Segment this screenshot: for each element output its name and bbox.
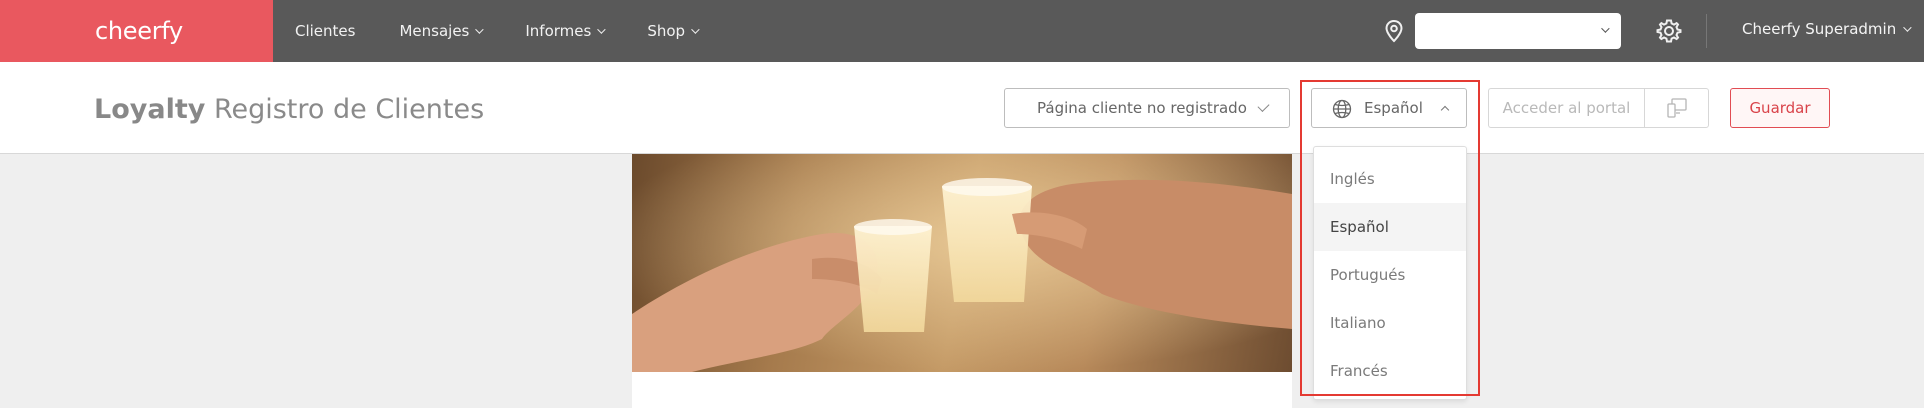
page-type-select-value: Página cliente no registrado: [1037, 99, 1247, 117]
language-option-ingles[interactable]: Inglés: [1314, 155, 1466, 203]
check-icon: [1257, 99, 1270, 113]
page-type-select[interactable]: Página cliente no registrado: [1004, 88, 1290, 128]
language-select[interactable]: Español: [1311, 88, 1467, 128]
language-option-espanol[interactable]: Español: [1314, 203, 1466, 251]
chevron-up-icon: [1440, 105, 1450, 115]
option-label: Portugués: [1330, 266, 1406, 284]
gear-icon[interactable]: [1656, 18, 1682, 44]
nav-item-mensajes[interactable]: Mensajes: [399, 22, 485, 40]
chevron-down-icon: [1601, 24, 1610, 33]
nav-item-label: Mensajes: [399, 22, 470, 40]
logo-text: cheerfy: [95, 17, 183, 45]
top-navbar: cheerfy Clientes Mensajes Informes Shop: [0, 0, 1924, 62]
devices-icon: [1666, 98, 1687, 118]
page-title-rest: Registro de Clientes: [213, 94, 485, 125]
user-menu[interactable]: Cheerfy Superadmin: [1742, 20, 1912, 38]
hero-image: [632, 154, 1292, 372]
nav-item-shop[interactable]: Shop: [647, 22, 700, 40]
main-nav: Clientes Mensajes Informes Shop: [273, 0, 719, 62]
option-label: Inglés: [1330, 170, 1375, 188]
option-label: Español: [1330, 218, 1389, 236]
access-portal-button[interactable]: Acceder al portal: [1488, 88, 1644, 128]
nav-item-label: Shop: [647, 22, 686, 40]
logo[interactable]: cheerfy: [0, 0, 273, 62]
option-label: Italiano: [1330, 314, 1386, 332]
language-select-value: Español: [1364, 99, 1423, 117]
nav-item-informes[interactable]: Informes: [525, 22, 606, 40]
language-option-frances[interactable]: Francés: [1314, 347, 1466, 395]
page-title: Loyalty Registro de Clientes: [94, 94, 484, 125]
chevron-down-icon: [597, 25, 606, 34]
chevron-down-icon: [1903, 23, 1912, 32]
user-menu-label: Cheerfy Superadmin: [1742, 20, 1897, 38]
toast-photo: [632, 154, 1292, 372]
access-portal-label: Acceder al portal: [1502, 99, 1631, 117]
device-preview-button[interactable]: [1644, 88, 1709, 128]
chevron-down-icon: [475, 25, 485, 34]
page-title-bold: Loyalty: [94, 94, 206, 125]
language-dropdown: Inglés Español Portugués Italiano Francé…: [1313, 146, 1467, 400]
content-card: [632, 372, 1292, 408]
divider: [1706, 14, 1707, 48]
page-header: Loyalty Registro de Clientes Página clie…: [0, 62, 1924, 154]
globe-icon: [1332, 99, 1352, 119]
chevron-down-icon: [691, 25, 700, 34]
nav-item-label: Clientes: [295, 22, 356, 40]
language-option-italiano[interactable]: Italiano: [1314, 299, 1466, 347]
map-pin-icon: [1385, 19, 1403, 43]
language-option-portugues[interactable]: Portugués: [1314, 251, 1466, 299]
location-select[interactable]: [1415, 13, 1621, 49]
save-button[interactable]: Guardar: [1730, 88, 1830, 128]
nav-item-label: Informes: [525, 22, 592, 40]
nav-item-clientes[interactable]: Clientes: [295, 22, 355, 40]
save-button-label: Guardar: [1749, 99, 1811, 117]
option-label: Francés: [1330, 362, 1388, 380]
